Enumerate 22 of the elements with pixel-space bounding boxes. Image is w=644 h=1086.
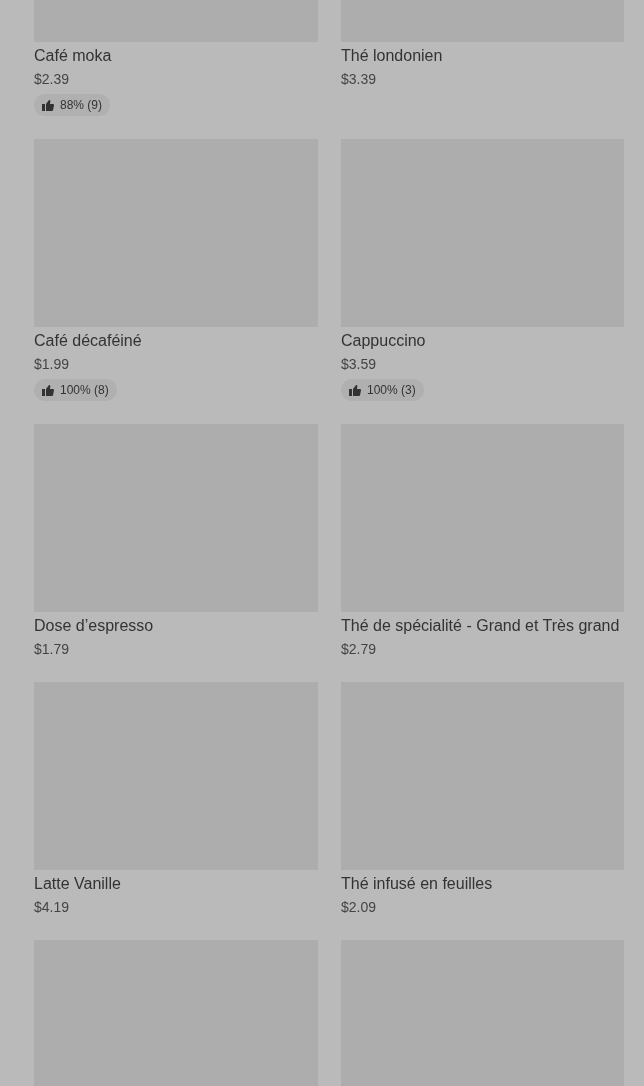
product-price: $2.39 — [34, 70, 70, 89]
product-name: Dose d’espresso — [34, 616, 154, 636]
rating-text: 100% (3) — [367, 382, 416, 399]
product-name: Latte Vanille — [34, 874, 121, 894]
product-price: $1.99 — [34, 355, 70, 374]
thumbs-up-icon — [42, 99, 54, 111]
product-price: $2.79 — [341, 640, 377, 659]
rating-text: 100% (8) — [60, 382, 109, 399]
product-name: Cappuccino — [341, 331, 426, 351]
product-price: $1.79 — [34, 640, 70, 659]
product-price: $4.19 — [34, 898, 70, 917]
thumbs-up-icon — [42, 384, 54, 396]
product-name: Café moka — [34, 46, 112, 66]
product-price: $3.39 — [341, 70, 377, 89]
product-name: Thé de spécialité - Grand et Très grand — [341, 616, 620, 636]
product-price: $3.59 — [341, 355, 377, 374]
rating-text: 88% (9) — [60, 97, 103, 114]
product-name: Café décaféiné — [34, 331, 142, 351]
product-price: $2.09 — [341, 898, 377, 917]
thumbs-up-icon — [349, 384, 361, 396]
product-name: Thé londonien — [341, 46, 443, 66]
product-name: Thé infusé en feuilles — [341, 874, 493, 894]
